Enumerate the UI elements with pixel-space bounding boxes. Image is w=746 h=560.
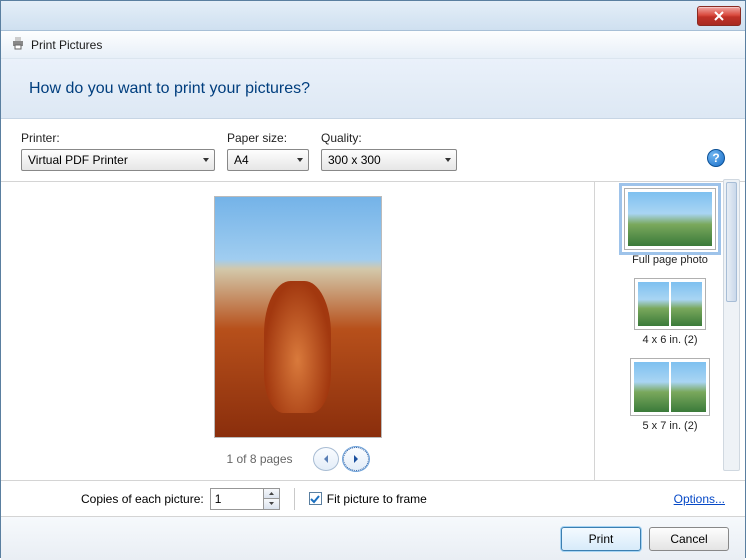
thumb-image-icon xyxy=(671,362,706,412)
copies-up-button[interactable] xyxy=(264,489,279,499)
chevron-down-icon xyxy=(296,153,304,167)
layout-thumb xyxy=(630,358,710,416)
print-button[interactable]: Print xyxy=(561,527,641,551)
layout-label: 5 x 7 in. (2) xyxy=(642,420,697,432)
preview-image xyxy=(215,197,381,437)
divider xyxy=(294,488,295,510)
pager-text: 1 of 8 pages xyxy=(226,452,292,466)
quality-label: Quality: xyxy=(321,131,457,145)
paper-size-group: Paper size: A4 xyxy=(227,131,309,171)
help-icon: ? xyxy=(712,151,719,165)
thumb-image-icon xyxy=(628,192,712,246)
quality-group: Quality: 300 x 300 xyxy=(321,131,457,171)
chevron-down-icon xyxy=(202,153,210,167)
help-button[interactable]: ? xyxy=(707,149,725,167)
preview-pane: 1 of 8 pages xyxy=(1,182,595,480)
thumb-image-icon xyxy=(634,362,669,412)
copies-spinner xyxy=(264,488,280,510)
paper-size-dropdown[interactable]: A4 xyxy=(227,149,309,171)
print-button-label: Print xyxy=(589,532,614,546)
options-link[interactable]: Options... xyxy=(674,492,725,506)
layouts-scrollbar[interactable] xyxy=(723,179,740,471)
question-bar: How do you want to print your pictures? xyxy=(1,59,745,119)
printer-icon xyxy=(11,36,25,53)
prev-page-button[interactable] xyxy=(313,447,339,471)
quality-value: 300 x 300 xyxy=(328,153,381,167)
check-icon xyxy=(310,494,320,504)
close-icon xyxy=(713,11,725,21)
thumb-image-icon xyxy=(638,282,669,326)
layout-item-5x7[interactable]: 5 x 7 in. (2) xyxy=(630,358,710,432)
close-button[interactable] xyxy=(697,6,741,26)
next-page-button[interactable] xyxy=(343,447,369,471)
fit-label: Fit picture to frame xyxy=(327,492,427,506)
main-area: 1 of 8 pages Full page photo 4 x 6 xyxy=(1,182,745,480)
bottom-row: Copies of each picture: 1 Fit picture to… xyxy=(1,480,745,516)
arrow-right-icon xyxy=(351,454,361,464)
cancel-button-label: Cancel xyxy=(670,532,707,546)
layout-item-full-page[interactable]: Full page photo xyxy=(624,188,716,266)
chevron-down-icon xyxy=(268,501,275,506)
layout-item-4x6[interactable]: 4 x 6 in. (2) xyxy=(634,278,706,346)
paper-size-value: A4 xyxy=(234,153,249,167)
pager-row: 1 of 8 pages xyxy=(226,447,368,471)
copies-input[interactable]: 1 xyxy=(210,488,264,510)
quality-dropdown[interactable]: 300 x 300 xyxy=(321,149,457,171)
chevron-up-icon xyxy=(268,491,275,496)
title-bar xyxy=(1,1,745,31)
cancel-button[interactable]: Cancel xyxy=(649,527,729,551)
layout-thumb xyxy=(624,188,716,250)
nav-buttons xyxy=(313,447,369,471)
printer-group: Printer: Virtual PDF Printer xyxy=(21,131,215,171)
question-text: How do you want to print your pictures? xyxy=(29,80,310,98)
layout-label: Full page photo xyxy=(632,254,708,266)
layout-thumb xyxy=(634,278,706,330)
layout-label: 4 x 6 in. (2) xyxy=(642,334,697,346)
header-row: Print Pictures xyxy=(1,31,745,59)
fit-group: Fit picture to frame xyxy=(309,492,427,506)
paper-size-label: Paper size: xyxy=(227,131,309,145)
printer-value: Virtual PDF Printer xyxy=(28,153,128,167)
controls-row: Printer: Virtual PDF Printer Paper size:… xyxy=(1,119,745,182)
copies-down-button[interactable] xyxy=(264,498,279,509)
copies-value: 1 xyxy=(215,492,222,506)
button-row: Print Cancel xyxy=(1,516,745,560)
chevron-down-icon xyxy=(444,153,452,167)
thumb-image-icon xyxy=(671,282,702,326)
copies-group: Copies of each picture: 1 xyxy=(81,488,280,510)
window-title: Print Pictures xyxy=(31,38,102,52)
arrow-left-icon xyxy=(321,454,331,464)
printer-label: Printer: xyxy=(21,131,215,145)
copies-label: Copies of each picture: xyxy=(81,492,204,506)
fit-checkbox[interactable] xyxy=(309,492,322,505)
scrollbar-thumb[interactable] xyxy=(726,182,737,302)
printer-dropdown[interactable]: Virtual PDF Printer xyxy=(21,149,215,171)
